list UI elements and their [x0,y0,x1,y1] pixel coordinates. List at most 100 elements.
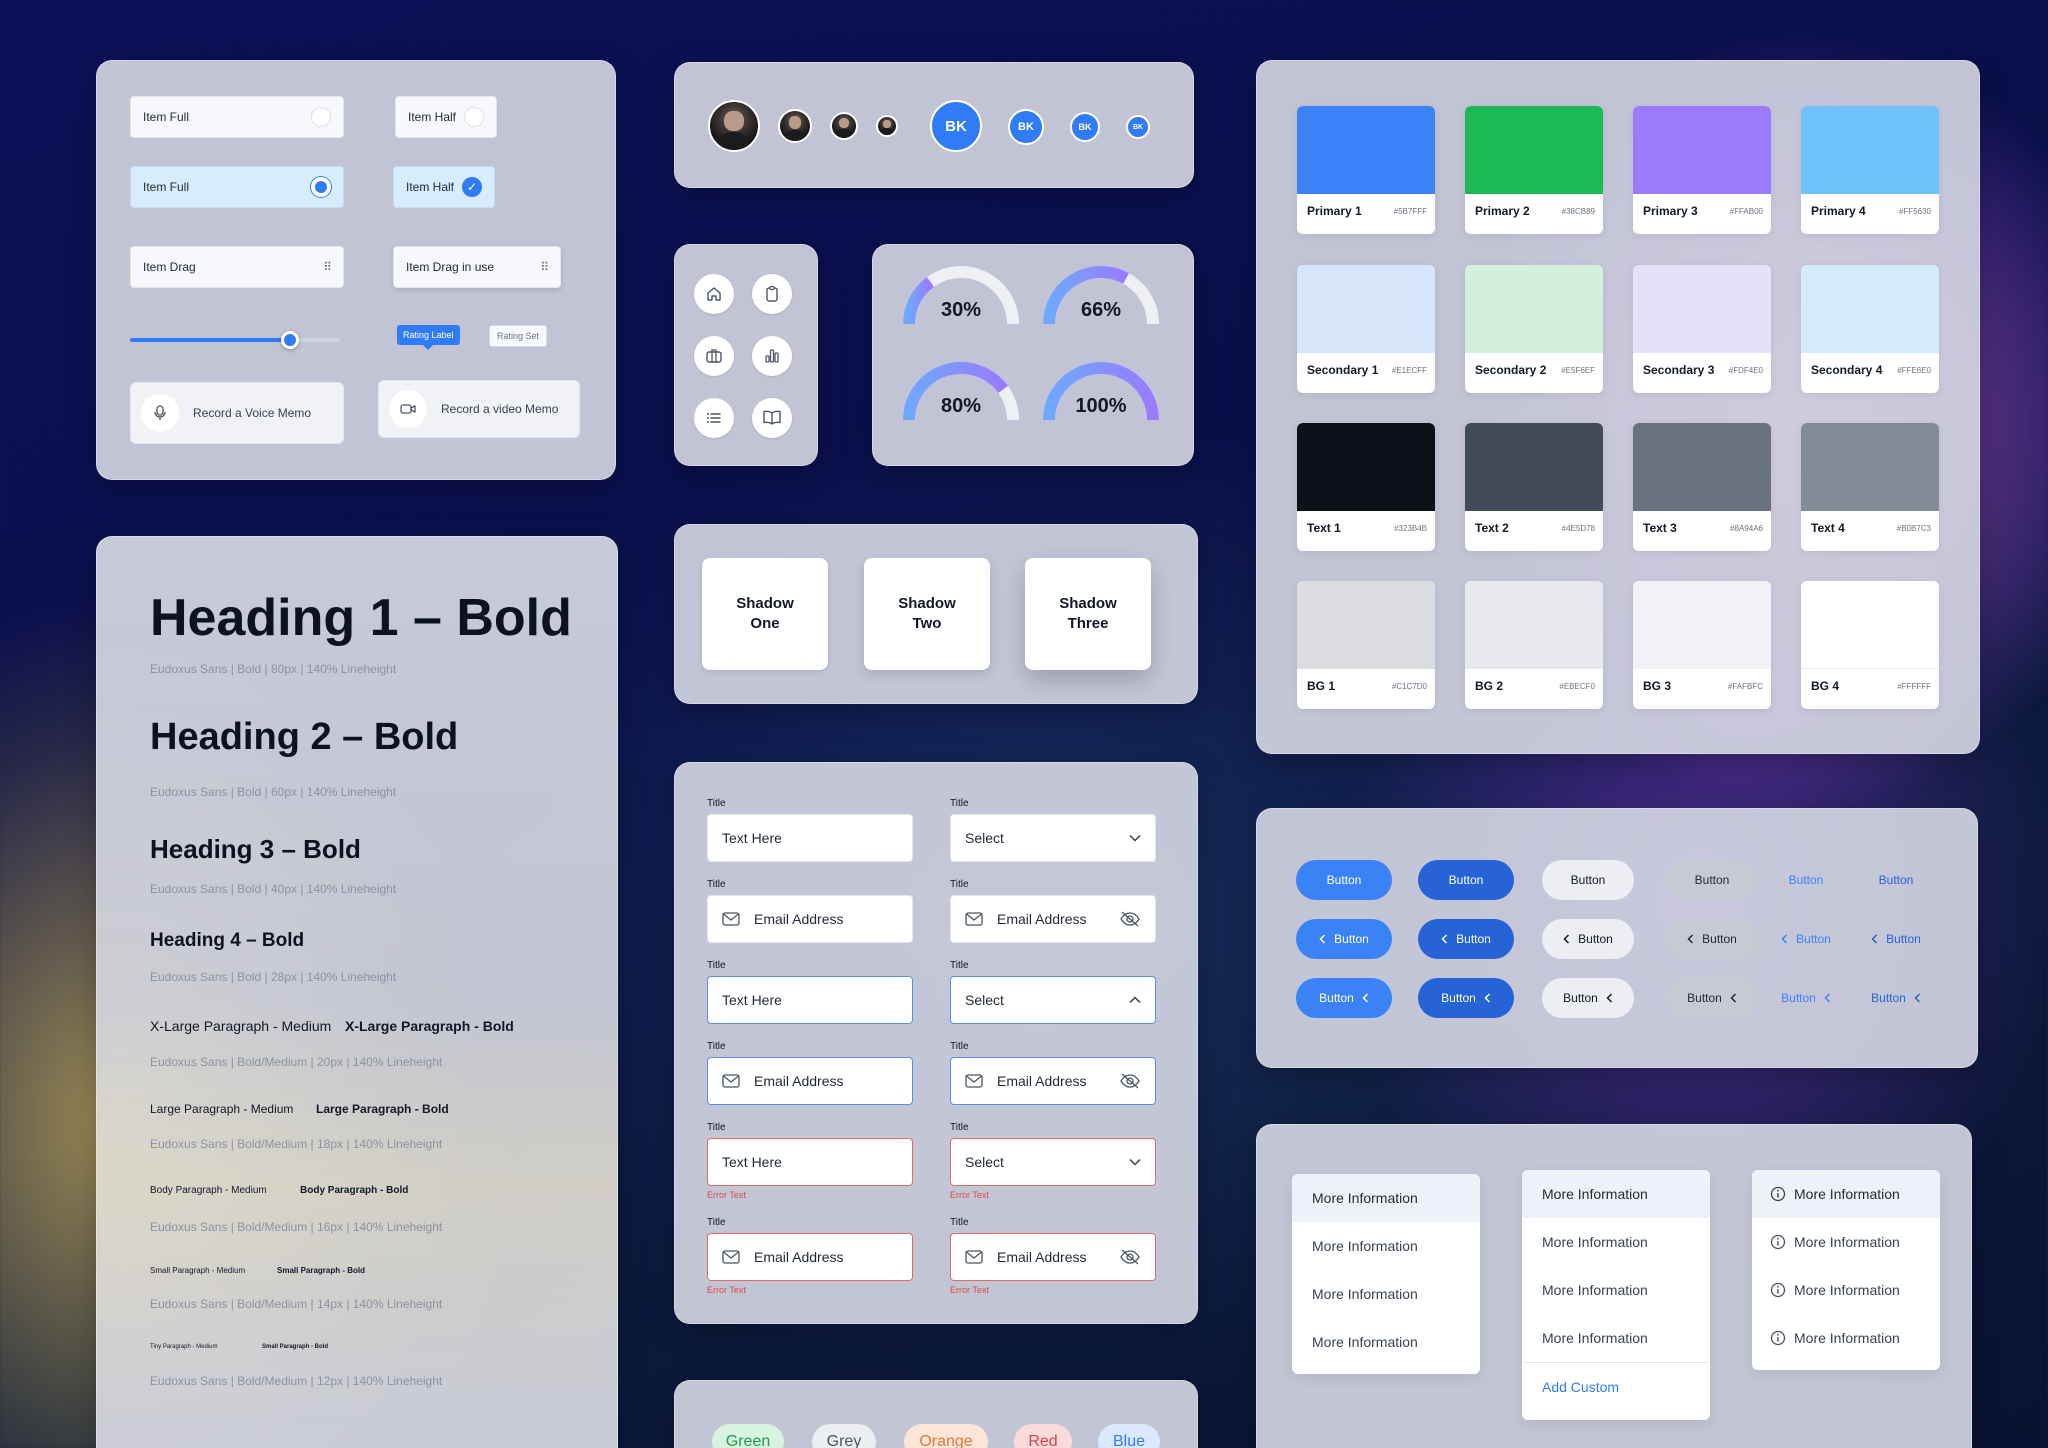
menu-item[interactable]: More Information [1292,1270,1480,1318]
menu-item[interactable]: More Information [1752,1314,1940,1362]
book-icon[interactable] [752,398,792,438]
color-swatch: Secondary 1 #E1ECFF [1297,265,1435,393]
button-s1-icon-left[interactable]: Button [1542,919,1634,959]
eye-off-icon[interactable] [1119,1249,1141,1265]
menu-item[interactable]: More Information [1522,1266,1710,1314]
email-input[interactable]: Email Address [707,1057,913,1105]
item-half-selected[interactable]: Item Half ✓ [393,166,495,208]
drag-handle-icon[interactable]: ⠿ [540,260,549,274]
color-swatch: BG 2 #EBECF0 [1465,581,1603,709]
menu-item[interactable]: More Information [1292,1174,1480,1222]
item-drag[interactable]: Item Drag ⠿ [130,246,344,288]
chip-red[interactable]: Red [1014,1424,1072,1448]
button-p1-icon-left[interactable]: Button [1296,919,1392,959]
avatar-lg[interactable] [778,109,812,143]
item-full-unselected[interactable]: Item Full [130,96,344,138]
drag-handle-icon[interactable]: ⠿ [323,260,332,274]
button-s2-icon-left[interactable]: Button [1666,919,1758,959]
button-t2-icon-left[interactable]: Button [1866,919,1926,959]
menu-item[interactable]: More Information [1752,1170,1940,1218]
slider[interactable] [130,331,340,349]
chip-grey[interactable]: Grey [812,1424,876,1448]
swatch-hex: #FF5630 [1898,207,1931,216]
select-value: Select [965,1154,1004,1170]
info-icon [1770,1234,1786,1250]
record-voice-memo-button[interactable]: Record a Voice Memo [130,382,344,444]
radio-icon[interactable] [311,107,331,127]
menu-item[interactable]: More Information [1292,1318,1480,1366]
avatar-initials-xl[interactable]: BK [930,100,982,152]
eye-off-icon[interactable] [1119,1073,1141,1089]
check-icon[interactable]: ✓ [462,177,482,197]
avatar-initials-md[interactable]: BK [1070,112,1100,142]
email-input[interactable]: Email Address [707,1233,913,1281]
menu-item[interactable]: More Information [1752,1218,1940,1266]
input-placeholder: Email Address [754,1249,844,1265]
list-icon[interactable] [694,398,734,438]
button-t2-icon-right[interactable]: Button [1866,978,1926,1018]
menu-item[interactable]: More Information [1522,1314,1710,1362]
button-s1-plain[interactable]: Button [1542,860,1634,900]
button-s2-icon-right[interactable]: Button [1666,978,1758,1018]
chevron-left-icon [1484,993,1491,1003]
color-swatch: Primary 3 #FFAB00 [1633,106,1771,234]
radio-icon[interactable] [464,107,484,127]
input-value: Text Here [722,992,782,1008]
select-dropdown[interactable]: Select [950,976,1156,1024]
record-video-memo-button[interactable]: Record a video Memo [378,380,580,438]
item-half-unselected[interactable]: Item Half [395,96,497,138]
button-t1-icon-left[interactable]: Button [1776,919,1836,959]
email-input[interactable]: Email Address [707,895,913,943]
info-icon [1770,1186,1786,1202]
home-icon[interactable] [694,274,734,314]
clipboard-icon[interactable] [752,274,792,314]
password-email-input[interactable]: Email Address [950,895,1156,943]
item-drag-in-use[interactable]: Item Drag in use ⠿ [393,246,561,288]
radio-selected-icon[interactable] [311,177,331,197]
eye-off-icon[interactable] [1119,911,1141,927]
chevron-down-icon [1129,834,1141,842]
avatar-md[interactable] [830,112,858,140]
menu-item[interactable]: More Information [1292,1222,1480,1270]
avatar-sm[interactable] [876,115,898,137]
button-p1-plain[interactable]: Button [1296,860,1392,900]
briefcase-icon[interactable] [694,336,734,376]
item-full-selected[interactable]: Item Full [130,166,344,208]
menu-item[interactable]: More Information [1522,1170,1710,1218]
button-t1-plain[interactable]: Button [1776,860,1836,900]
text-input[interactable]: Text Here [707,814,913,862]
button-s1-icon-right[interactable]: Button [1542,978,1634,1018]
button-s2-plain[interactable]: Button [1666,860,1758,900]
video-camera-icon [389,390,427,428]
gauge-label: 80% [941,395,981,417]
select-dropdown[interactable]: Select [950,1138,1156,1186]
chip-blue[interactable]: Blue [1098,1424,1160,1448]
button-p2-icon-left[interactable]: Button [1418,919,1514,959]
avatar-initials-sm[interactable]: BK [1126,115,1150,139]
button-t1-icon-right[interactable]: Button [1776,978,1836,1018]
select-dropdown[interactable]: Select [950,814,1156,862]
swatch-label: Secondary 1 [1307,363,1379,377]
color-swatch: Secondary 2 #E5F6EF [1465,265,1603,393]
button-p2-plain[interactable]: Button [1418,860,1514,900]
slider-thumb[interactable] [281,331,299,349]
menu-item[interactable]: More Information [1522,1218,1710,1266]
password-email-input[interactable]: Email Address [950,1233,1156,1281]
button-t2-plain[interactable]: Button [1866,860,1926,900]
bar-chart-icon[interactable] [752,336,792,376]
password-email-input[interactable]: Email Address [950,1057,1156,1105]
gauge-label: 30% [941,299,981,321]
avatar-initials-lg[interactable]: BK [1008,109,1044,145]
text-input[interactable]: Text Here [707,976,913,1024]
swatch-color [1297,423,1435,511]
swatch-hex: #8A94A6 [1730,524,1763,533]
add-custom-menu-item[interactable]: Add Custom [1522,1362,1710,1410]
chip-orange[interactable]: Orange [904,1424,988,1448]
button-p1-icon-right[interactable]: Button [1296,978,1392,1018]
avatar-xl[interactable] [708,100,760,152]
text-input[interactable]: Text Here [707,1138,913,1186]
swatch-label: BG 1 [1307,679,1336,693]
button-p2-icon-right[interactable]: Button [1418,978,1514,1018]
chip-green[interactable]: Green [712,1424,784,1448]
menu-item[interactable]: More Information [1752,1266,1940,1314]
